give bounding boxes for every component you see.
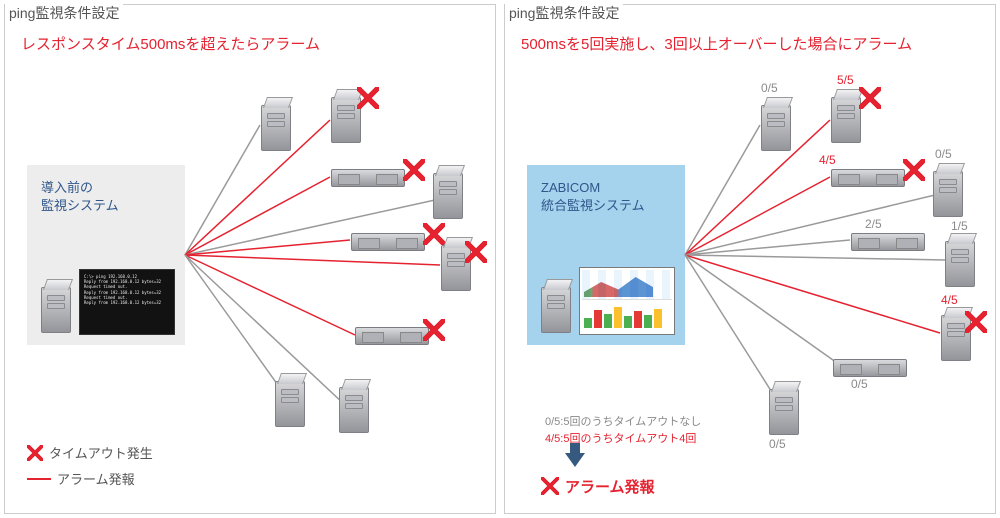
node-tower — [769, 381, 799, 435]
ratio-label: 4/5 — [941, 293, 958, 307]
node-rack — [355, 327, 429, 345]
node-rack — [331, 169, 405, 187]
red-line-icon — [27, 478, 51, 480]
explain-grey-line: 0/5:5回のうちタイムアウトなし — [545, 414, 701, 432]
node-tower — [331, 89, 361, 143]
node-tower — [933, 163, 963, 217]
node-tower — [433, 165, 463, 219]
node-rack — [831, 169, 905, 187]
ratio-label: 5/5 — [837, 73, 854, 87]
node-tower — [941, 307, 971, 361]
left-panel: ping監視条件設定 レスポンスタイム500msを超えたらアラーム 導入前の 監… — [4, 4, 496, 514]
ratio-label: 0/5 — [851, 377, 868, 391]
node-rack — [833, 359, 907, 377]
legend-left: タイムアウト発生 アラーム発報 — [27, 441, 153, 493]
monitor-title-line2: 統合監視システム — [541, 197, 675, 215]
ratio-label: 0/5 — [769, 437, 786, 451]
node-rack — [351, 233, 425, 251]
node-tower — [261, 97, 291, 151]
monitor-box-before: 導入前の 監視システム C:\> ping 192.168.0.12 Reply… — [27, 165, 185, 345]
explain-red-line: 4/5:5回のうちタイムアウト4回 — [545, 431, 701, 449]
server-tower-icon — [541, 279, 571, 333]
server-tower-icon — [41, 279, 71, 333]
diagram-root: ping監視条件設定 レスポンスタイム500msを超えたらアラーム 導入前の 監… — [0, 0, 1000, 518]
big-alarm-label: アラーム発報 — [565, 479, 655, 496]
right-panel: ping監視条件設定 500msを5回実施し、3回以上オーバーした場合にアラーム… — [504, 4, 996, 514]
node-tower — [945, 233, 975, 287]
ratio-label: 4/5 — [819, 153, 836, 167]
console-screen-icon: C:\> ping 192.168.0.12 Reply from 192.16… — [79, 269, 175, 335]
ratio-label: 2/5 — [865, 217, 882, 231]
arrow-down-icon — [565, 453, 585, 467]
big-alarm: アラーム発報 — [541, 476, 655, 497]
x-icon — [541, 477, 559, 495]
dashboard-screen-icon — [579, 267, 675, 335]
left-panel-title: ping監視条件設定 — [5, 3, 123, 23]
x-icon — [403, 159, 425, 181]
ratio-label: 0/5 — [935, 147, 952, 161]
x-icon — [27, 445, 43, 461]
legend-timeout-label: タイムアウト発生 — [49, 446, 153, 461]
legend-alarm-label: アラーム発報 — [57, 472, 135, 487]
explain-block: 0/5:5回のうちタイムアウトなし 4/5:5回のうちタイムアウト4回 — [545, 414, 701, 469]
x-icon — [903, 159, 925, 181]
right-headline: 500msを5回実施し、3回以上オーバーした場合にアラーム — [521, 33, 983, 54]
ratio-label: 0/5 — [761, 81, 778, 95]
monitor-box-zabicom: ZABICOM 統合監視システム — [527, 165, 685, 345]
right-panel-title: ping監視条件設定 — [505, 3, 623, 23]
node-tower — [275, 373, 305, 427]
node-tower — [761, 97, 791, 151]
monitor-title-line2: 監視システム — [41, 197, 175, 215]
node-tower — [441, 237, 471, 291]
node-tower — [831, 89, 861, 143]
monitor-title-line1: 導入前の — [41, 179, 175, 197]
left-headline: レスポンスタイム500msを超えたらアラーム — [21, 33, 483, 54]
ratio-label: 1/5 — [951, 219, 968, 233]
node-rack — [851, 233, 925, 251]
monitor-title-line1: ZABICOM — [541, 179, 675, 197]
node-tower — [339, 379, 369, 433]
